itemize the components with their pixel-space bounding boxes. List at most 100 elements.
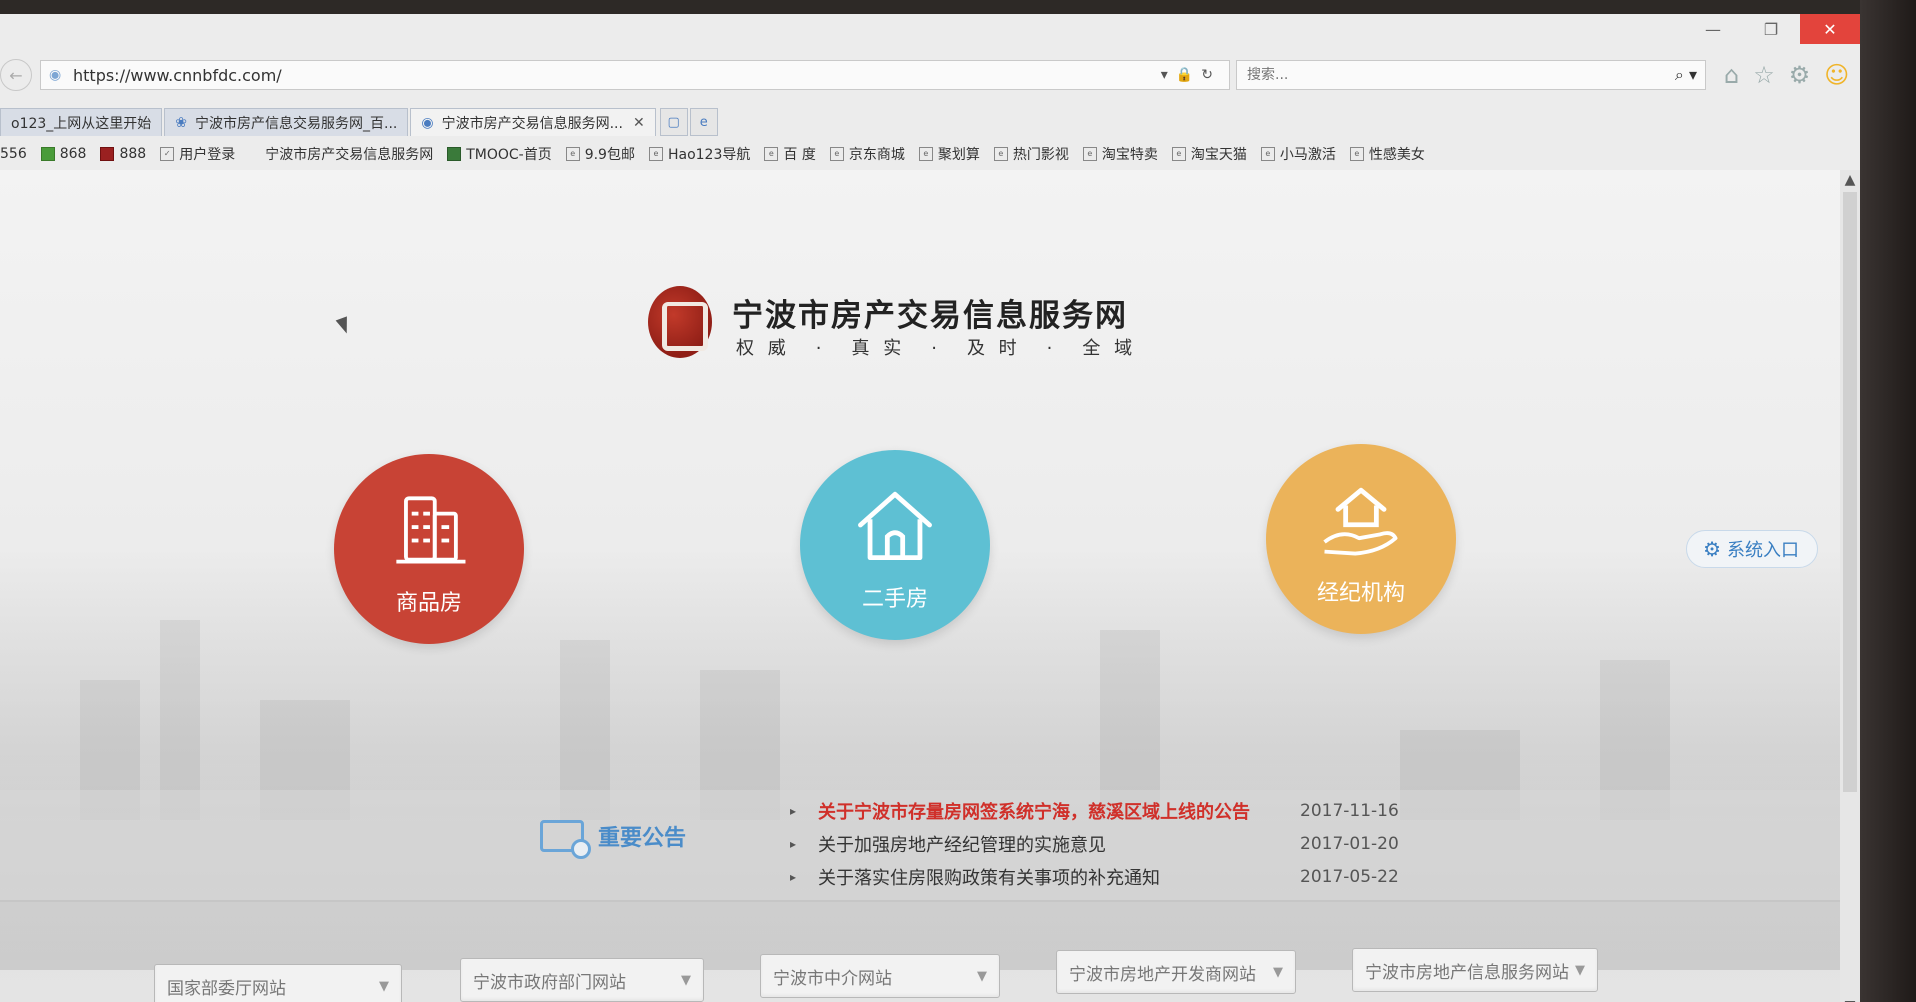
site-title: 宁波市房产交易信息服务网 [732, 298, 1128, 334]
slogan-word: 权 威 [736, 338, 790, 359]
search-input[interactable] [1245, 66, 1675, 84]
close-tab-icon[interactable]: ✕ [633, 115, 645, 131]
notice-item[interactable]: ▸ 关于加强房地产经纪管理的实施意见 2017-01-20 [790, 827, 1430, 860]
refresh-icon[interactable]: ↻ [1201, 67, 1221, 83]
browser-toolbar: ⌂ ☆ ⚙ ☺ [1724, 61, 1849, 89]
fav-item[interactable]: e 淘宝特卖 [1082, 144, 1158, 164]
search-icon[interactable]: ⌕ ▾ [1675, 65, 1697, 85]
fav-item[interactable]: e 京东商城 [829, 144, 905, 164]
new-tab-icon: ▢ [667, 114, 680, 130]
fav-item[interactable]: ✓ 用户登录 [160, 144, 235, 164]
back-button[interactable]: ← [0, 59, 32, 91]
fav-item[interactable]: 868 [40, 146, 86, 162]
tab-baidu-result[interactable]: ❀ 宁波市房产信息交易服务网_百... [164, 108, 409, 136]
fav-label: 淘宝天猫 [1190, 147, 1247, 163]
fav-label: Hao123导航 [667, 147, 751, 163]
gear-icon: ⚙ [1703, 537, 1721, 561]
slogan-word: 真 实 [851, 338, 906, 359]
seal-logo-icon [648, 286, 712, 358]
ministry-sites-select[interactable]: 国家部委厅网站 ▼ [154, 964, 402, 1002]
page-icon: e [565, 147, 580, 161]
address-bar[interactable]: ◉ https://www.cnnbfdc.com/ ▾🔒↻ [40, 60, 1230, 90]
tab-current[interactable]: ◉ 宁波市房产交易信息服务网... ✕ [410, 108, 656, 136]
ie-logo-icon: e [699, 114, 708, 130]
fav-item[interactable]: e 9.9包邮 [565, 144, 635, 164]
fav-label: 淘宝特卖 [1101, 147, 1158, 163]
feedback-smiley-icon[interactable]: ☺ [1824, 61, 1849, 89]
lock-icon[interactable]: 🔒 [1176, 67, 1201, 83]
shield-icon: ✓ [160, 147, 175, 161]
page-icon: e [1260, 147, 1275, 161]
ie-page-icon: ◉ [421, 114, 434, 131]
hand-house-icon [1323, 487, 1398, 556]
tab-hao123[interactable]: o123_上网从这里开始 [0, 108, 163, 136]
notice-link[interactable]: 关于落实住房限购政策有关事项的补充通知 [818, 864, 1300, 890]
system-entry-button[interactable]: ⚙ 系统入口 [1686, 530, 1818, 568]
window-controls: — ❐ ✕ [1684, 14, 1860, 44]
select-value: 宁波市房地产信息服务网站 [1365, 962, 1569, 983]
page-icon: e [764, 147, 779, 161]
restore-button[interactable]: ❐ [1742, 14, 1800, 44]
fav-item[interactable]: e 热门影视 [993, 144, 1069, 164]
fav-label: 聚划算 [937, 147, 980, 163]
scroll-down-icon[interactable]: ▼ [1840, 998, 1860, 1002]
ie-tab-button[interactable]: e [689, 108, 718, 136]
select-value: 国家部委厅网站 [167, 978, 286, 999]
chevron-down-icon: ▼ [1273, 964, 1283, 980]
agency-sites-select[interactable]: 宁波市中介网站 ▼ [760, 954, 1000, 998]
agencies-button[interactable]: 经纪机构 [1266, 444, 1456, 634]
settings-gear-icon[interactable]: ⚙ [1789, 61, 1811, 89]
favorites-star-icon[interactable]: ☆ [1753, 61, 1775, 89]
scroll-thumb[interactable] [1843, 192, 1857, 792]
category-label: 二手房 [861, 587, 928, 612]
fav-item[interactable]: 888 [100, 146, 146, 162]
new-tab-button[interactable]: ▢ [659, 108, 688, 136]
slogan-dot: · [931, 338, 941, 359]
dropdown-icon[interactable]: ▾ [1161, 67, 1176, 83]
fav-item[interactable]: TMOOC-首页 [447, 144, 552, 164]
fav-item[interactable]: e 性感美女 [1349, 144, 1425, 164]
fav-item[interactable]: e 淘宝天猫 [1171, 144, 1247, 164]
house-icon [858, 491, 932, 561]
tab-strip: o123_上网从这里开始 ❀ 宁波市房产信息交易服务网_百... ◉ 宁波市房产交易… [0, 106, 1860, 136]
new-homes-button[interactable]: 商品房 [334, 454, 524, 644]
site-logo[interactable]: 宁波市房产交易信息服务网 权 威 · 真 实 · 及 时 · 全 域 [648, 286, 1132, 366]
fav-item[interactable]: 宁波市房产交易信息服务网 [265, 144, 433, 164]
bullet-arrow-icon: ▸ [790, 836, 797, 851]
fav-item[interactable]: e 聚划算 [918, 144, 980, 164]
close-window-button[interactable]: ✕ [1800, 14, 1860, 44]
url-text[interactable]: https://www.cnnbfdc.com/ [73, 66, 1161, 85]
fav-label: 京东商城 [848, 147, 905, 163]
page-icon: e [1171, 147, 1186, 161]
slogan-dot: · [815, 338, 826, 359]
notice-date: 2017-01-20 [1300, 833, 1399, 854]
developer-sites-select[interactable]: 宁波市房地产开发商网站 ▼ [1056, 950, 1296, 994]
fav-label: 热门影视 [1012, 147, 1069, 163]
search-box[interactable]: ⌕ ▾ [1236, 60, 1706, 90]
info-service-sites-select[interactable]: 宁波市房地产信息服务网站 ▼ [1352, 948, 1598, 992]
mouse-cursor-icon [335, 316, 353, 336]
select-value: 宁波市政府部门网站 [473, 972, 626, 993]
gov-dept-sites-select[interactable]: 宁波市政府部门网站 ▼ [460, 958, 704, 1002]
minimize-button[interactable]: — [1684, 14, 1742, 44]
second-hand-homes-button[interactable]: 二手房 [800, 450, 990, 640]
slogan-word: 及 时 [966, 338, 1021, 359]
fav-item[interactable]: e百 度 [764, 144, 816, 164]
scroll-up-icon[interactable]: ▲ [1840, 172, 1860, 188]
fav-item[interactable]: e 小马激活 [1260, 144, 1336, 164]
related-sites-selects: 国家部委厅网站 ▼ 宁波市政府部门网站 ▼ 宁波市中介网站 ▼ 宁波市房地产开发商网站… [150, 948, 1840, 1002]
home-icon[interactable]: ⌂ [1724, 61, 1739, 89]
bullet-arrow-icon: ▸ [790, 803, 797, 818]
notice-link[interactable]: 关于加强房地产经纪管理的实施意见 [818, 831, 1300, 857]
chevron-down-icon: ▼ [379, 978, 389, 994]
fav-item[interactable]: 556 [0, 146, 27, 162]
fav-item[interactable]: e Hao123导航 [648, 144, 751, 164]
notice-item[interactable]: ▸ 关于落实住房限购政策有关事项的补充通知 2017-05-22 [790, 860, 1430, 893]
notice-link[interactable]: 关于宁波市存量房网签系统宁海，慈溪区域上线的公告 [818, 798, 1300, 824]
page-icon: e [1349, 147, 1364, 161]
notice-heading[interactable]: 重要公告 [540, 820, 686, 859]
fav-label: 888 [119, 146, 147, 162]
vertical-scrollbar[interactable]: ▲ ▼ [1840, 170, 1860, 1002]
notice-item[interactable]: ▸ 关于宁波市存量房网签系统宁海，慈溪区域上线的公告 2017-11-16 [790, 794, 1430, 827]
notice-date: 2017-11-16 [1300, 800, 1399, 821]
